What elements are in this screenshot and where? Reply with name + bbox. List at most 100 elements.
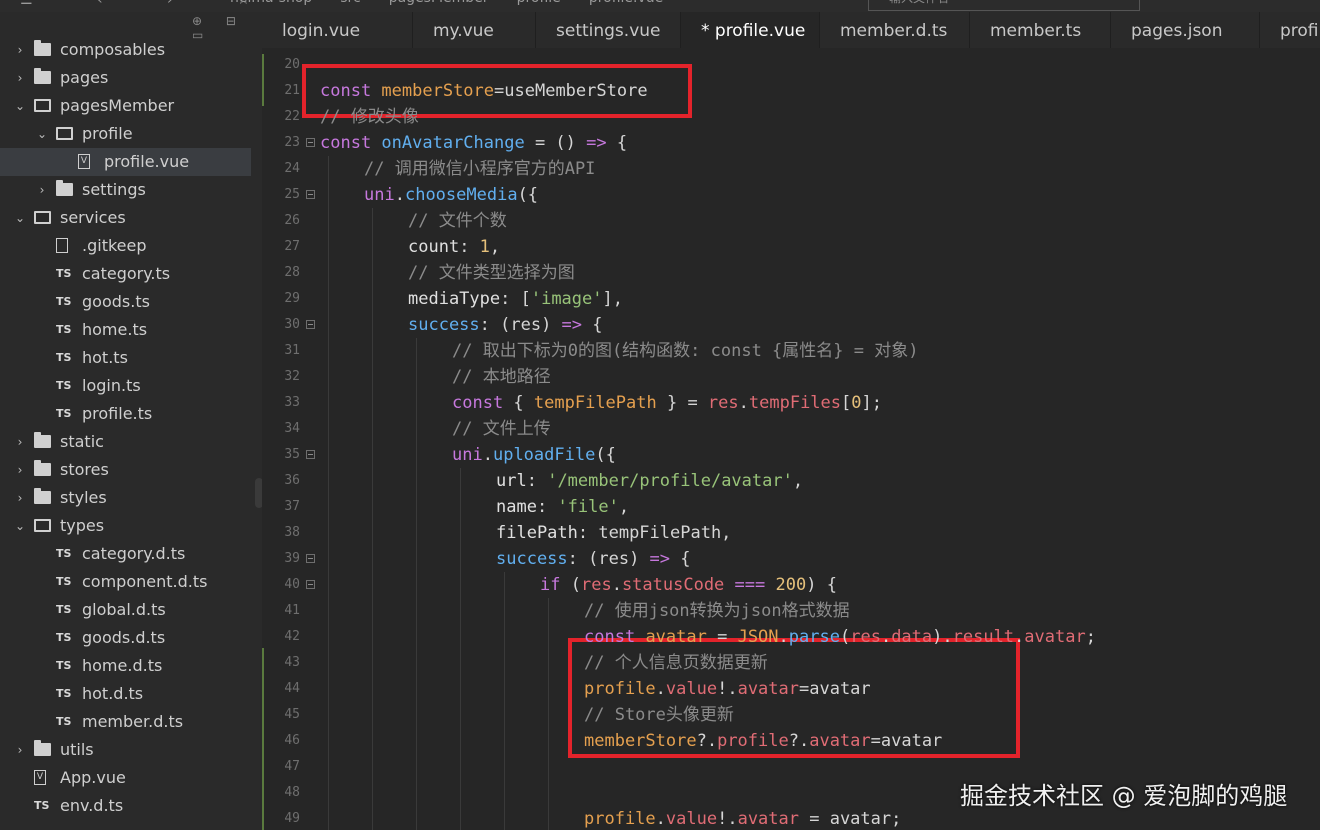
tree-item-member-d-ts[interactable]: TS member.d.ts <box>0 708 251 736</box>
code-line[interactable]: 25 uni.chooseMedia({ <box>262 182 1320 208</box>
tree-item-static[interactable]: › static <box>0 428 251 456</box>
chevron-right-icon[interactable]: › <box>13 428 27 456</box>
code-token: . <box>738 393 749 413</box>
code-editor[interactable]: 20 21 const memberStore=useMemberStore 22//… <box>262 48 1320 830</box>
fold-toggle-icon[interactable] <box>306 138 315 147</box>
tree-item--gitkeep[interactable]: .gitkeep <box>0 232 251 260</box>
tree-item-utils[interactable]: › utils <box>0 736 251 764</box>
breadcrumb-item[interactable]: src <box>340 0 360 6</box>
tab-member-d-ts[interactable]: member.d.ts <box>820 12 970 48</box>
tree-item-hot-d-ts[interactable]: TS hot.d.ts <box>0 680 251 708</box>
breadcrumb-item[interactable]: profile.vue <box>589 0 663 6</box>
tree-item-home-d-ts[interactable]: TS home.d.ts <box>0 652 251 680</box>
indent-guide <box>328 442 329 468</box>
tree-item-label: settings <box>82 180 146 199</box>
fold-toggle-icon[interactable] <box>306 580 315 589</box>
breadcrumb-item[interactable]: pagesMember <box>389 0 489 6</box>
code-line[interactable]: 27 count: 1, <box>262 234 1320 260</box>
chevron-down-icon[interactable]: ⌄ <box>13 92 27 120</box>
code-line[interactable]: 39 success: (res) => { <box>262 546 1320 572</box>
tree-item-pagesmember[interactable]: ⌄ pagesMember <box>0 92 251 120</box>
code-line[interactable]: 40 if (res.statusCode === 200) { <box>262 572 1320 598</box>
fold-toggle-icon[interactable] <box>306 190 315 199</box>
chevron-down-icon[interactable]: ⌄ <box>13 204 27 232</box>
indent-guide <box>372 728 373 754</box>
code-line[interactable]: 28 // 文件类型选择为图 <box>262 260 1320 286</box>
tree-item-types[interactable]: ⌄ types <box>0 512 251 540</box>
tree-item-home-ts[interactable]: TS home.ts <box>0 316 251 344</box>
tree-item-global-d-ts[interactable]: TS global.d.ts <box>0 596 251 624</box>
chevron-down-icon[interactable]: ⌄ <box>35 120 49 148</box>
fold-toggle-icon[interactable] <box>306 450 315 459</box>
file-search-input[interactable]: 输入文件名 <box>868 0 1140 11</box>
chevron-right-icon[interactable]: › <box>13 36 27 64</box>
code-line[interactable]: 31 // 取出下标为0的图(结构函数: const {属性名} = 对象) <box>262 338 1320 364</box>
tree-item-composables[interactable]: › composables <box>0 36 251 64</box>
chevron-right-icon[interactable]: › <box>13 736 27 764</box>
code-line[interactable]: 33 const { tempFilePath } = res.tempFiles… <box>262 390 1320 416</box>
fold-toggle-icon[interactable] <box>306 320 315 329</box>
code-token: = avatar; <box>799 809 902 829</box>
code-line[interactable]: 42 const avatar = JSON.parse(res.data).re… <box>262 624 1320 650</box>
chevron-right-icon[interactable]: › <box>35 176 49 204</box>
code-line[interactable]: 46 memberStore?.profile?.avatar=avatar <box>262 728 1320 754</box>
tree-item-settings[interactable]: › settings <box>0 176 251 204</box>
tree-item-styles[interactable]: › styles <box>0 484 251 512</box>
code-line[interactable]: 36 url: '/member/profile/avatar', <box>262 468 1320 494</box>
tree-item-services[interactable]: ⌄ services <box>0 204 251 232</box>
chevron-right-icon[interactable]: › <box>13 456 27 484</box>
code-line[interactable]: 35 uni.uploadFile({ <box>262 442 1320 468</box>
tree-item-app-vue[interactable]: V App.vue <box>0 764 251 792</box>
indent-guide <box>416 624 417 650</box>
tab-profile-vue[interactable]: * profile.vue <box>681 12 820 48</box>
sidebar-splitter[interactable] <box>251 12 263 830</box>
code-line[interactable]: 45 // Store头像更新 <box>262 702 1320 728</box>
code-line[interactable]: 43 // 个人信息页数据更新 <box>262 650 1320 676</box>
code-line[interactable]: 38 filePath: tempFilePath, <box>262 520 1320 546</box>
code-line[interactable]: 30 success: (res) => { <box>262 312 1320 338</box>
chevron-right-icon[interactable]: › <box>13 64 27 92</box>
tree-item-profile-vue[interactable]: Vprofile.vue <box>0 148 251 176</box>
tree-item-category-ts[interactable]: TS category.ts <box>0 260 251 288</box>
tree-item-goods-ts[interactable]: TS goods.ts <box>0 288 251 316</box>
code-line[interactable]: 20 <box>262 52 1320 78</box>
tree-item-component-d-ts[interactable]: TS component.d.ts <box>0 568 251 596</box>
tab-member-ts[interactable]: member.ts <box>970 12 1111 48</box>
tree-item-category-d-ts[interactable]: TS category.d.ts <box>0 540 251 568</box>
code-line[interactable]: 29 mediaType: ['image'], <box>262 286 1320 312</box>
code-line[interactable]: 34 // 文件上传 <box>262 416 1320 442</box>
indent-guide <box>372 780 373 806</box>
code-token: profile <box>584 809 656 829</box>
code-line[interactable]: 22 // 修改头像 <box>262 104 1320 130</box>
chevron-right-icon[interactable]: › <box>13 484 27 512</box>
tree-item-goods-d-ts[interactable]: TS goods.d.ts <box>0 624 251 652</box>
chevron-down-icon[interactable]: ⌄ <box>13 512 27 540</box>
tab-profil[interactable]: profil <box>1260 12 1320 48</box>
tree-item-login-ts[interactable]: TS login.ts <box>0 372 251 400</box>
code-line[interactable]: 44 profile.value!.avatar=avatar <box>262 676 1320 702</box>
tree-item-label: goods.ts <box>82 292 150 311</box>
code-line[interactable]: 24 // 调用微信小程序官方的API <box>262 156 1320 182</box>
tab-login-vue[interactable]: login.vue <box>262 12 413 48</box>
tab-settings-vue[interactable]: settings.vue <box>536 12 681 48</box>
code-line[interactable]: 37 name: 'file', <box>262 494 1320 520</box>
tab-my-vue[interactable]: my.vue <box>413 12 536 48</box>
tree-item-pages[interactable]: › pages <box>0 64 251 92</box>
tree-item-profile[interactable]: ⌄ profile <box>0 120 251 148</box>
code-token: value <box>665 809 718 829</box>
code-line[interactable]: 21 const memberStore=useMemberStore <box>262 78 1320 104</box>
indent-guide <box>372 598 373 624</box>
code-line[interactable]: 41 // 使用json转换为json格式数据 <box>262 598 1320 624</box>
tree-item-hot-ts[interactable]: TS hot.ts <box>0 344 251 372</box>
breadcrumb-item[interactable]: profile <box>517 0 561 6</box>
tab-pages-json[interactable]: pages.json <box>1111 12 1260 48</box>
tree-item-env-d-ts[interactable]: TS env.d.ts <box>0 792 251 820</box>
tree-item-label: profile <box>82 124 133 143</box>
breadcrumb-item[interactable]: heima-shop <box>230 0 312 6</box>
code-line[interactable]: 32 // 本地路径 <box>262 364 1320 390</box>
tree-item-stores[interactable]: › stores <box>0 456 251 484</box>
code-line[interactable]: 26 // 文件个数 <box>262 208 1320 234</box>
code-line[interactable]: 23 const onAvatarChange = () => { <box>262 130 1320 156</box>
fold-toggle-icon[interactable] <box>306 554 315 563</box>
tree-item-profile-ts[interactable]: TS profile.ts <box>0 400 251 428</box>
